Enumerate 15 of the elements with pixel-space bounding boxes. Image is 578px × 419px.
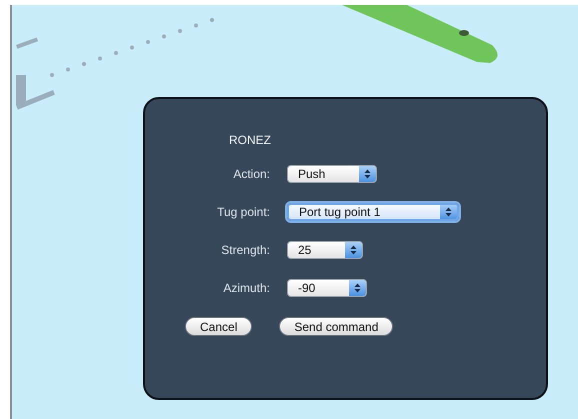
field-label: Strength: [220, 243, 270, 257]
send-button[interactable]: Send command [279, 317, 394, 336]
field-label: Azimuth: [222, 281, 270, 295]
popup-select[interactable]: 25 [287, 241, 364, 259]
dialog-title: RONEZ [228, 132, 272, 149]
popup-select[interactable]: -90 [287, 279, 368, 297]
field-label: Tug point: [216, 205, 270, 219]
stepper-arrows-icon [345, 242, 362, 258]
popup-select[interactable]: Push [287, 165, 378, 183]
field-label: Action: [232, 167, 270, 181]
stepper-arrows-icon [440, 205, 458, 219]
stepper-arrows-icon [349, 280, 366, 296]
cancel-button[interactable]: Cancel [185, 317, 252, 336]
stepper-arrows-icon [359, 166, 376, 182]
popup-select[interactable]: Port tug point 1 [287, 203, 460, 221]
